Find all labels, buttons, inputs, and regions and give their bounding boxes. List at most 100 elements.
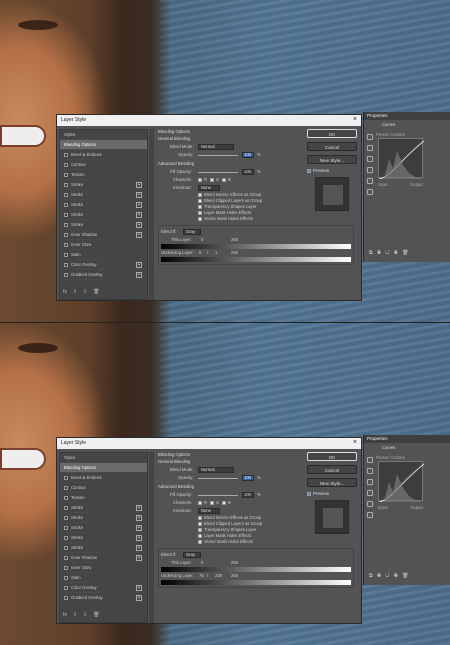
style-checkbox[interactable] bbox=[64, 525, 68, 530]
fx-toolbar-icon[interactable]: ⇩ bbox=[83, 289, 87, 295]
style-checkbox[interactable] bbox=[64, 272, 68, 277]
fx-toolbar-icon[interactable]: ⇩ bbox=[83, 612, 87, 618]
fx-toolbar-icon[interactable]: fx bbox=[63, 612, 67, 618]
checkbox[interactable] bbox=[198, 533, 202, 538]
curve-tool-icon[interactable] bbox=[367, 134, 373, 140]
style-checkbox[interactable] bbox=[64, 485, 68, 490]
style-item[interactable]: Blending Options bbox=[60, 140, 147, 150]
styles-scrollbar[interactable] bbox=[149, 452, 154, 623]
underlying-layer-gradient-slider[interactable] bbox=[161, 257, 351, 262]
add-style-icon[interactable]: + bbox=[136, 262, 142, 268]
style-item[interactable]: Gradient Overlay + bbox=[60, 593, 147, 603]
blend-mode-select[interactable]: Normal bbox=[198, 467, 234, 473]
curve-tool-icon[interactable] bbox=[367, 178, 373, 184]
preview-checkbox[interactable] bbox=[307, 491, 311, 496]
ok-button[interactable]: OK bbox=[307, 452, 357, 461]
style-item[interactable]: Stroke + bbox=[60, 220, 147, 230]
style-item[interactable]: Styles bbox=[60, 130, 147, 140]
style-item[interactable]: Texture bbox=[60, 493, 147, 503]
channel-checkbox[interactable]: R bbox=[198, 176, 207, 184]
checkbox[interactable] bbox=[198, 204, 202, 209]
style-item[interactable]: Satin bbox=[60, 573, 147, 583]
checkbox[interactable] bbox=[210, 177, 214, 182]
checkbox[interactable] bbox=[210, 500, 214, 505]
add-style-icon[interactable]: + bbox=[136, 212, 142, 218]
add-style-icon[interactable]: + bbox=[136, 585, 142, 591]
curve-tool-icon[interactable] bbox=[367, 457, 373, 463]
style-checkbox[interactable] bbox=[64, 515, 68, 520]
checkbox[interactable] bbox=[198, 177, 202, 182]
blend-if-select[interactable]: Gray bbox=[183, 229, 201, 235]
style-item[interactable]: Stroke + bbox=[60, 190, 147, 200]
style-item[interactable]: Gradient Overlay + bbox=[60, 270, 147, 280]
style-checkbox[interactable] bbox=[64, 252, 68, 257]
new-style-button[interactable]: New Style... bbox=[307, 478, 357, 487]
style-checkbox[interactable] bbox=[64, 495, 68, 500]
curve-tool-icon[interactable] bbox=[367, 479, 373, 485]
add-style-icon[interactable]: + bbox=[136, 202, 142, 208]
checkbox[interactable] bbox=[198, 500, 202, 505]
style-checkbox[interactable] bbox=[64, 182, 68, 187]
style-item[interactable]: Styles bbox=[60, 453, 147, 463]
style-checkbox[interactable] bbox=[64, 172, 68, 177]
ok-button[interactable]: OK bbox=[307, 129, 357, 138]
channel-checkbox[interactable]: R bbox=[198, 499, 207, 507]
fill-opacity-slider[interactable] bbox=[198, 172, 238, 173]
add-style-icon[interactable]: + bbox=[136, 232, 142, 238]
style-item[interactable]: Stroke + bbox=[60, 210, 147, 220]
opacity-input[interactable]: 100 bbox=[242, 475, 254, 481]
add-style-icon[interactable]: + bbox=[136, 515, 142, 521]
style-item[interactable]: Stroke + bbox=[60, 533, 147, 543]
style-checkbox[interactable] bbox=[64, 162, 68, 167]
blend-option[interactable]: Vector Mask Hides Effects bbox=[158, 539, 354, 545]
style-item[interactable]: Stroke + bbox=[60, 513, 147, 523]
curve-tool-icon[interactable] bbox=[367, 512, 373, 518]
blend-if-select[interactable]: Gray bbox=[183, 552, 201, 558]
styles-scrollbar[interactable] bbox=[149, 129, 154, 300]
curve-tool-icon[interactable] bbox=[367, 501, 373, 507]
style-item[interactable]: Stroke + bbox=[60, 503, 147, 513]
opacity-slider[interactable] bbox=[198, 155, 238, 156]
preview-toggle[interactable]: Preview bbox=[307, 491, 357, 496]
fx-toolbar-icon[interactable]: ⇧ bbox=[73, 612, 77, 618]
channel-checkbox[interactable]: G bbox=[210, 499, 219, 507]
add-style-icon[interactable]: + bbox=[136, 192, 142, 198]
style-checkbox[interactable] bbox=[64, 152, 68, 157]
add-style-icon[interactable]: + bbox=[136, 525, 142, 531]
channel-checkbox[interactable]: G bbox=[210, 176, 219, 184]
add-style-icon[interactable]: + bbox=[136, 545, 142, 551]
preview-checkbox[interactable] bbox=[307, 168, 311, 173]
fx-toolbar-icon[interactable]: 🗑 bbox=[93, 289, 99, 295]
cancel-button[interactable]: Cancel bbox=[307, 142, 357, 151]
dialog-title-bar[interactable]: Layer Style × bbox=[57, 115, 361, 126]
style-checkbox[interactable] bbox=[64, 242, 68, 247]
properties-footer-icons[interactable]: ⧉ ◉ ↺ ◉ 🗑 bbox=[364, 250, 450, 258]
style-item[interactable]: Blending Options bbox=[60, 463, 147, 473]
checkbox[interactable] bbox=[222, 500, 226, 505]
style-checkbox[interactable] bbox=[64, 475, 68, 480]
knockout-select[interactable]: None bbox=[198, 508, 220, 514]
tab-properties[interactable]: Properties bbox=[364, 112, 450, 120]
fx-toolbar-icon[interactable]: 🗑 bbox=[93, 612, 99, 618]
style-checkbox[interactable] bbox=[64, 232, 68, 237]
add-style-icon[interactable]: + bbox=[136, 272, 142, 278]
checkbox[interactable] bbox=[198, 539, 202, 544]
curve-tool-icon[interactable] bbox=[367, 156, 373, 162]
curve-tool-icon[interactable] bbox=[367, 189, 373, 195]
blend-option[interactable]: Vector Mask Hides Effects bbox=[158, 216, 354, 222]
style-item[interactable]: Stroke + bbox=[60, 180, 147, 190]
style-item[interactable]: Stroke + bbox=[60, 543, 147, 553]
checkbox[interactable] bbox=[198, 210, 202, 215]
blend-mode-select[interactable]: Normal bbox=[198, 144, 234, 150]
style-item[interactable]: Inner Glow bbox=[60, 563, 147, 573]
fill-opacity-input[interactable]: 100 bbox=[242, 169, 254, 175]
add-style-icon[interactable]: + bbox=[136, 535, 142, 541]
style-checkbox[interactable] bbox=[64, 545, 68, 550]
checkbox[interactable] bbox=[198, 515, 202, 520]
style-item[interactable]: Color Overlay + bbox=[60, 260, 147, 270]
curves-graph[interactable] bbox=[378, 461, 425, 503]
checkbox[interactable] bbox=[198, 527, 202, 532]
properties-footer-icons[interactable]: ⧉ ◉ ↺ ◉ 🗑 bbox=[364, 573, 450, 581]
style-item[interactable]: Stroke + bbox=[60, 200, 147, 210]
tab-properties[interactable]: Properties bbox=[364, 435, 450, 443]
